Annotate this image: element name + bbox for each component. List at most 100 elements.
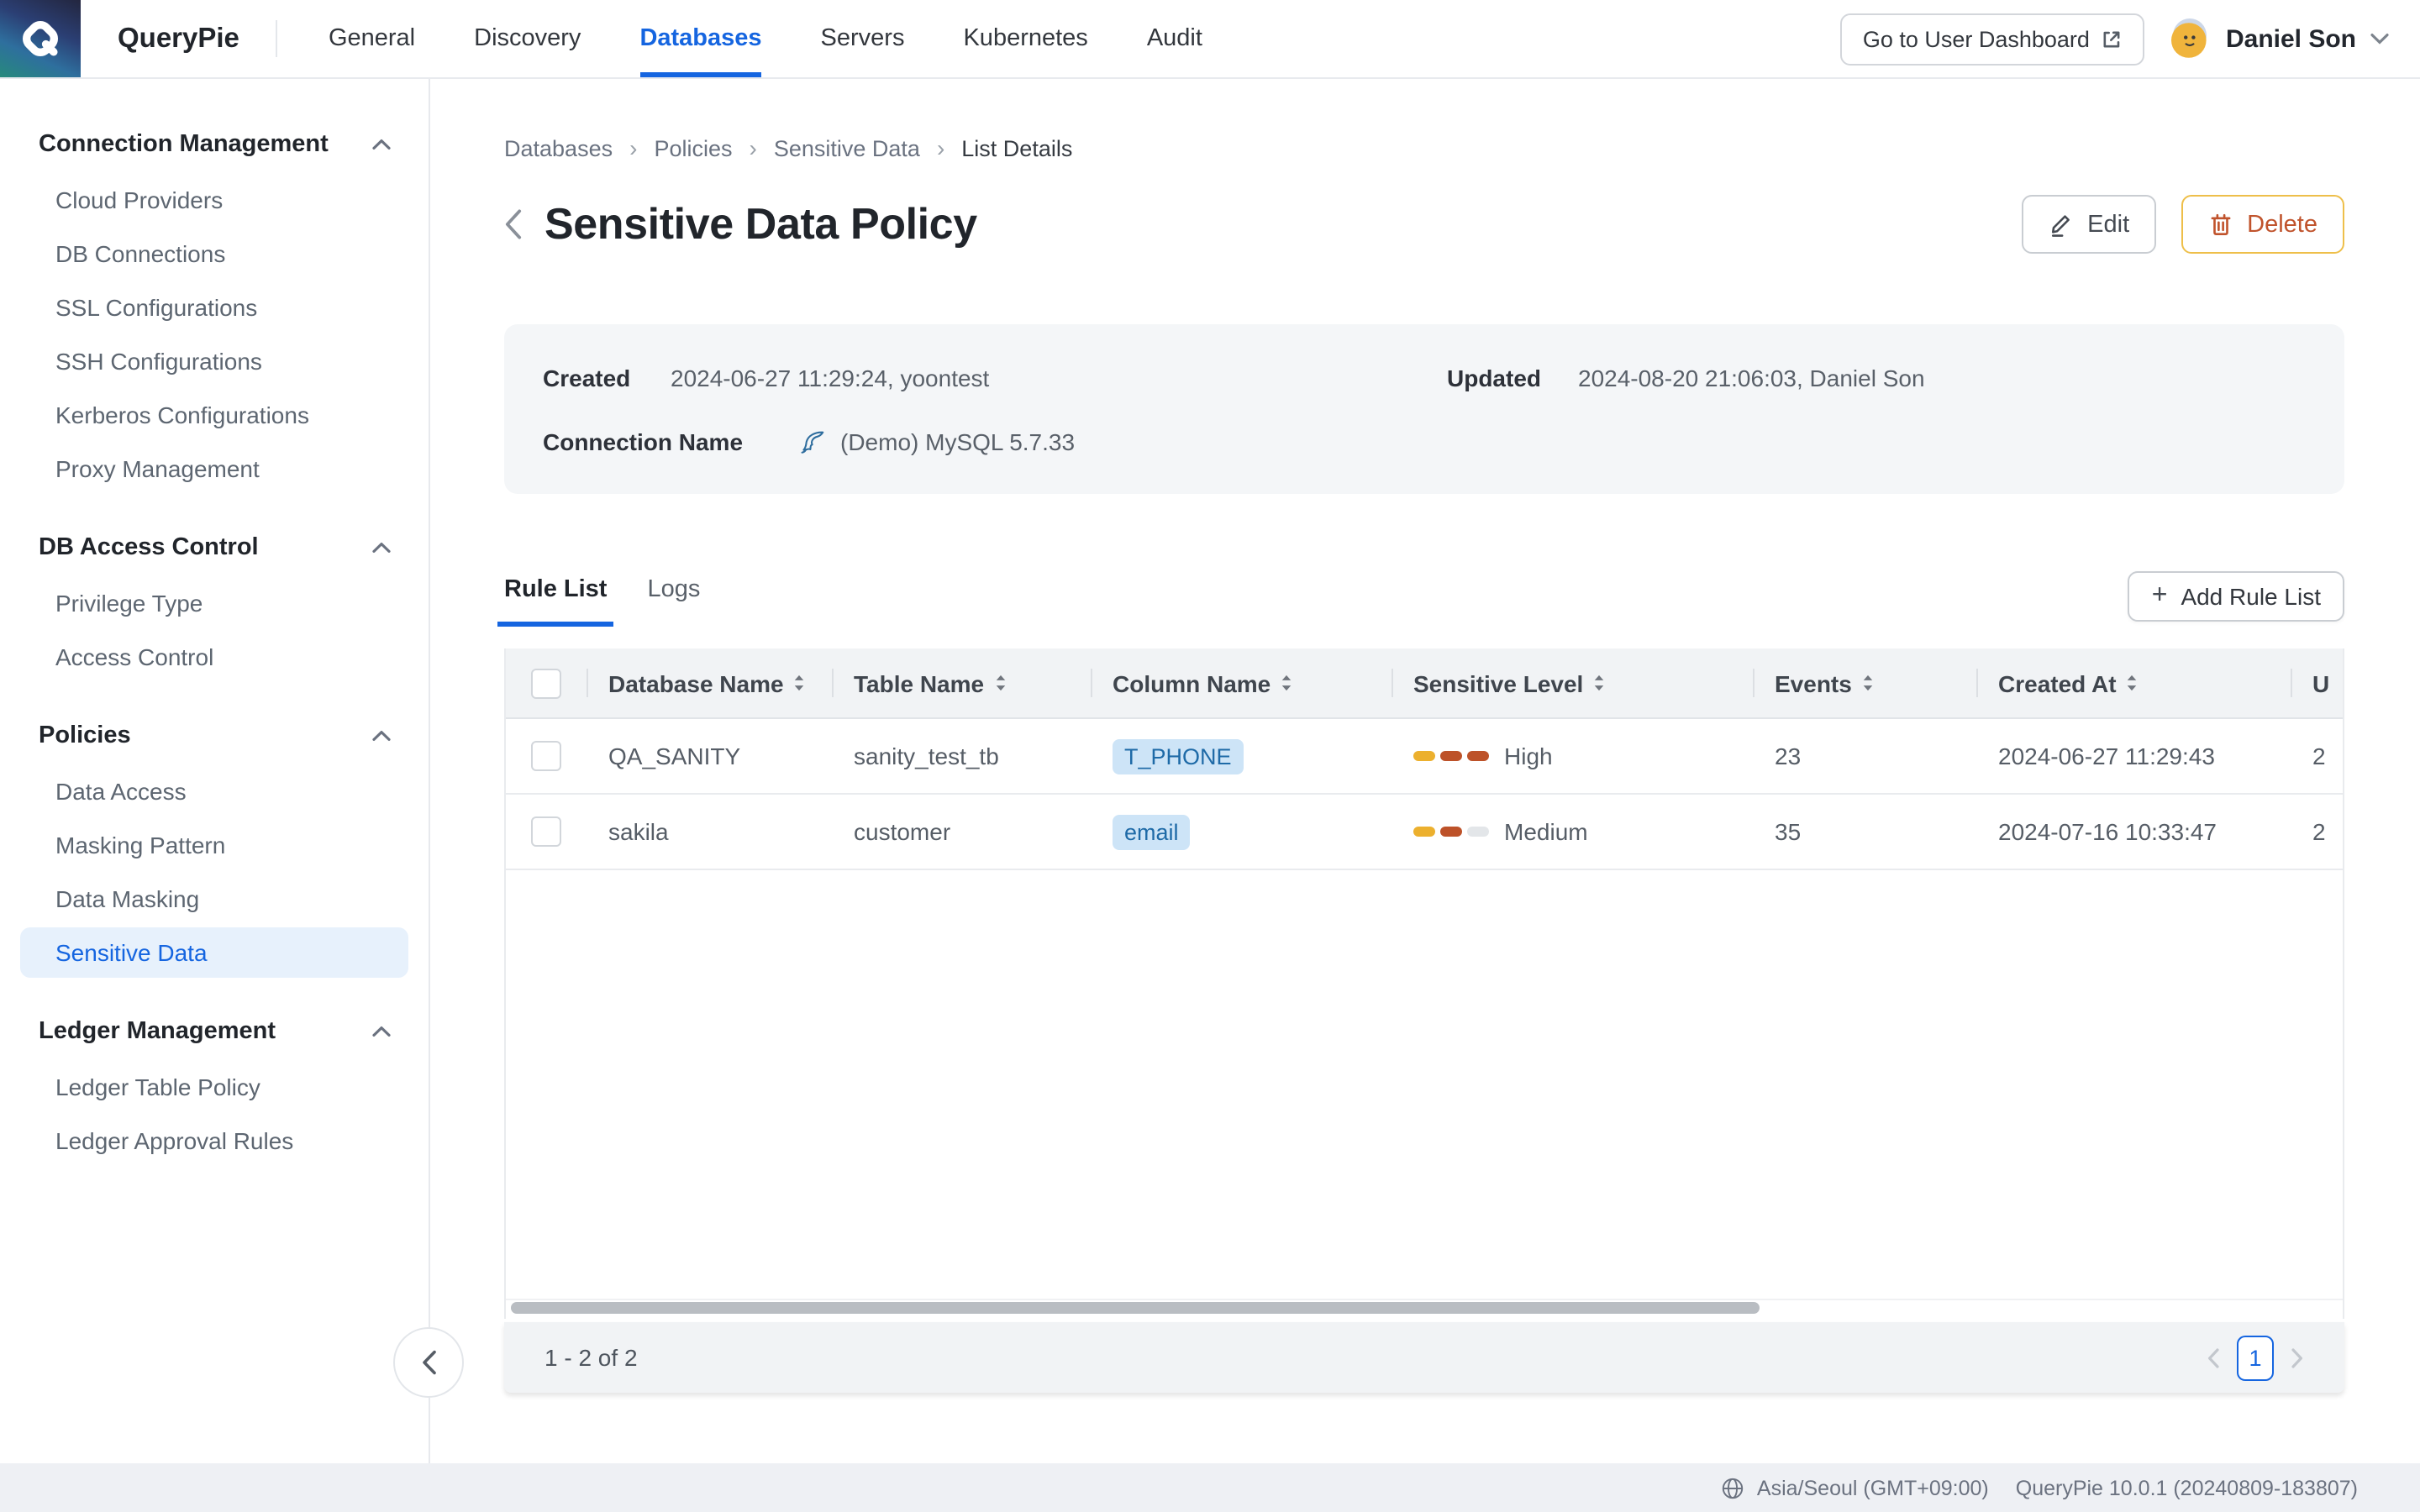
column-header-u[interactable]: U (2291, 648, 2343, 717)
avatar (2169, 17, 2212, 60)
sidebar-item-kerberos-configurations[interactable]: Kerberos Configurations (20, 390, 408, 440)
globe-icon (1722, 1476, 1745, 1499)
sidebar-item-masking-pattern[interactable]: Masking Pattern (20, 820, 408, 870)
sidebar-item-cloud-providers[interactable]: Cloud Providers (20, 175, 408, 225)
delete-button[interactable]: Delete (2181, 195, 2344, 254)
tab-logs[interactable]: Logs (647, 576, 700, 627)
connection-name-label: Connection Name (543, 428, 798, 455)
tab-rule-list[interactable]: Rule List (504, 576, 607, 627)
user-name: Daniel Son (2226, 24, 2356, 53)
breadcrumb-item-sensitive-data[interactable]: Sensitive Data (774, 135, 920, 160)
primary-nav: General Discovery Databases Servers Kubernet… (329, 0, 1202, 77)
row-select-cell (506, 795, 587, 869)
breadcrumb-item-list-details: List Details (961, 135, 1072, 160)
querypie-admin-app: QueryPie GeneralDiscoveryDatabasesServer… (0, 0, 2420, 1512)
sidebar-item-privilege-type[interactable]: Privilege Type (20, 578, 408, 628)
user-menu[interactable]: Daniel Son (2169, 17, 2390, 60)
version-label: QueryPie 10.0.1 (20240809-183807) (2016, 1476, 2358, 1499)
current-page-button[interactable]: 1 (2237, 1335, 2274, 1380)
sidebar-section-header-db-access-control[interactable]: DB Access Control (0, 528, 429, 568)
previous-page-button[interactable] (2207, 1347, 2220, 1368)
sidebar-item-ledger-table-policy[interactable]: Ledger Table Policy (20, 1062, 408, 1112)
timezone-label: Asia/Seoul (GMT+09:00) (1757, 1476, 1989, 1499)
horizontal-scrollbar (506, 1299, 2343, 1319)
go-to-user-dashboard-button[interactable]: Go to User Dashboard (1841, 13, 2145, 65)
updated-at-cell-clipped: 2 (2291, 743, 2343, 769)
sidebar-section-policies: Policies Data AccessMasking PatternData M… (0, 716, 429, 978)
title-actions: Edit Delete (2022, 195, 2344, 254)
sidebar-section-db-access-control: DB Access Control Privilege TypeAccess Co… (0, 528, 429, 682)
column-name-cell: email (1091, 814, 1392, 849)
horizontal-scrollbar-thumb[interactable] (511, 1302, 1760, 1314)
sidebar-item-data-masking[interactable]: Data Masking (20, 874, 408, 924)
column-header-table-name[interactable]: Table Name (832, 648, 1091, 717)
breadcrumb: Databases›Policies›Sensitive Data›List D… (504, 134, 2344, 161)
column-header-label: U (2312, 669, 2329, 696)
sidebar-section-connection-management: Connection Management Cloud ProvidersDB C… (0, 124, 429, 494)
add-rule-list-button[interactable]: + Add Rule List (2128, 571, 2344, 622)
plus-icon: + (2152, 583, 2168, 610)
nav-tab-databases[interactable]: Databases (639, 0, 761, 77)
sidebar-section-ledger-management: Ledger Management Ledger Table PolicyLedg… (0, 1011, 429, 1166)
chevron-up-icon (371, 541, 392, 554)
column-header-database-name[interactable]: Database Name (587, 648, 832, 717)
level-pill-yellow (1413, 827, 1435, 837)
nav-tab-kubernetes[interactable]: Kubernetes (963, 0, 1087, 77)
delete-button-label: Delete (2247, 211, 2317, 238)
chevron-up-icon (371, 1025, 392, 1038)
breadcrumb-separator: › (629, 134, 637, 161)
breadcrumb-item-policies[interactable]: Policies (654, 135, 732, 160)
sidebar-item-access-control[interactable]: Access Control (20, 632, 408, 682)
sidebar-item-ssh-configurations[interactable]: SSH Configurations (20, 336, 408, 386)
tabs: Rule List Logs (504, 576, 740, 627)
sidebar-section-header-policies[interactable]: Policies (0, 716, 429, 756)
select-all-checkbox[interactable] (531, 668, 561, 698)
pagination: 1 (2207, 1335, 2304, 1380)
back-button[interactable] (504, 208, 523, 240)
created-at-cell: 2024-06-27 11:29:43 (1976, 743, 2291, 769)
column-header-events[interactable]: Events (1753, 648, 1976, 717)
sort-icon (2127, 674, 2139, 692)
mysql-dolphin-icon (798, 428, 827, 456)
nav-tab-discovery[interactable]: Discovery (474, 0, 581, 77)
status-bar: Asia/Seoul (GMT+09:00) QueryPie 10.0.1 (… (0, 1463, 2420, 1512)
created-label: Created (543, 365, 671, 391)
rule-list-table: Database NameTable NameColumn NameSensit… (504, 648, 2344, 1319)
column-name-tag[interactable]: T_PHONE (1113, 738, 1244, 774)
breadcrumb-item-databases[interactable]: Databases (504, 135, 613, 160)
next-page-button[interactable] (2291, 1347, 2304, 1368)
edit-button[interactable]: Edit (2022, 195, 2156, 254)
column-header-column-name[interactable]: Column Name (1091, 648, 1392, 717)
column-name-tag[interactable]: email (1113, 814, 1191, 849)
breadcrumb-separator: › (937, 134, 944, 161)
column-header-created-at[interactable]: Created At (1976, 648, 2291, 717)
page-title-row: Sensitive Data Policy Edit (504, 195, 2344, 254)
nav-tab-servers[interactable]: Servers (821, 0, 905, 77)
sidebar-item-db-connections[interactable]: DB Connections (20, 228, 408, 279)
created-at-cell: 2024-07-16 10:33:47 (1976, 818, 2291, 845)
tabs-row: Rule List Logs + Add Rule List (504, 571, 2344, 627)
sidebar-collapse-button[interactable] (393, 1327, 464, 1398)
sidebar-item-ssl-configurations[interactable]: SSL Configurations (20, 282, 408, 333)
sidebar-item-ledger-approval-rules[interactable]: Ledger Approval Rules (20, 1116, 408, 1166)
pencil-icon (2049, 212, 2074, 237)
sidebar-item-sensitive-data[interactable]: Sensitive Data (20, 927, 408, 978)
sidebar-item-data-access[interactable]: Data Access (20, 766, 408, 816)
nav-tab-audit[interactable]: Audit (1147, 0, 1202, 77)
events-cell: 35 (1753, 818, 1976, 845)
row-select-cell (506, 719, 587, 793)
row-checkbox[interactable] (531, 741, 561, 771)
created-value: 2024-06-27 11:29:24, yoontest (671, 365, 1447, 391)
sidebar-item-proxy-management[interactable]: Proxy Management (20, 444, 408, 494)
go-to-user-dashboard-label: Go to User Dashboard (1863, 26, 2090, 51)
sidebar-section-items: Privilege TypeAccess Control (0, 578, 429, 682)
sidebar-section-header-connection-management[interactable]: Connection Management (0, 124, 429, 165)
connection-name-value: (Demo) MySQL 5.7.33 (840, 428, 1075, 455)
sidebar-section-header-ledger-management[interactable]: Ledger Management (0, 1011, 429, 1052)
updated-value: 2024-08-20 21:06:03, Daniel Son (1578, 365, 1925, 391)
querypie-logo[interactable] (0, 0, 81, 77)
page-title: Sensitive Data Policy (544, 198, 977, 250)
row-checkbox[interactable] (531, 816, 561, 847)
column-header-sensitive-level[interactable]: Sensitive Level (1392, 648, 1753, 717)
nav-tab-general[interactable]: General (329, 0, 415, 77)
